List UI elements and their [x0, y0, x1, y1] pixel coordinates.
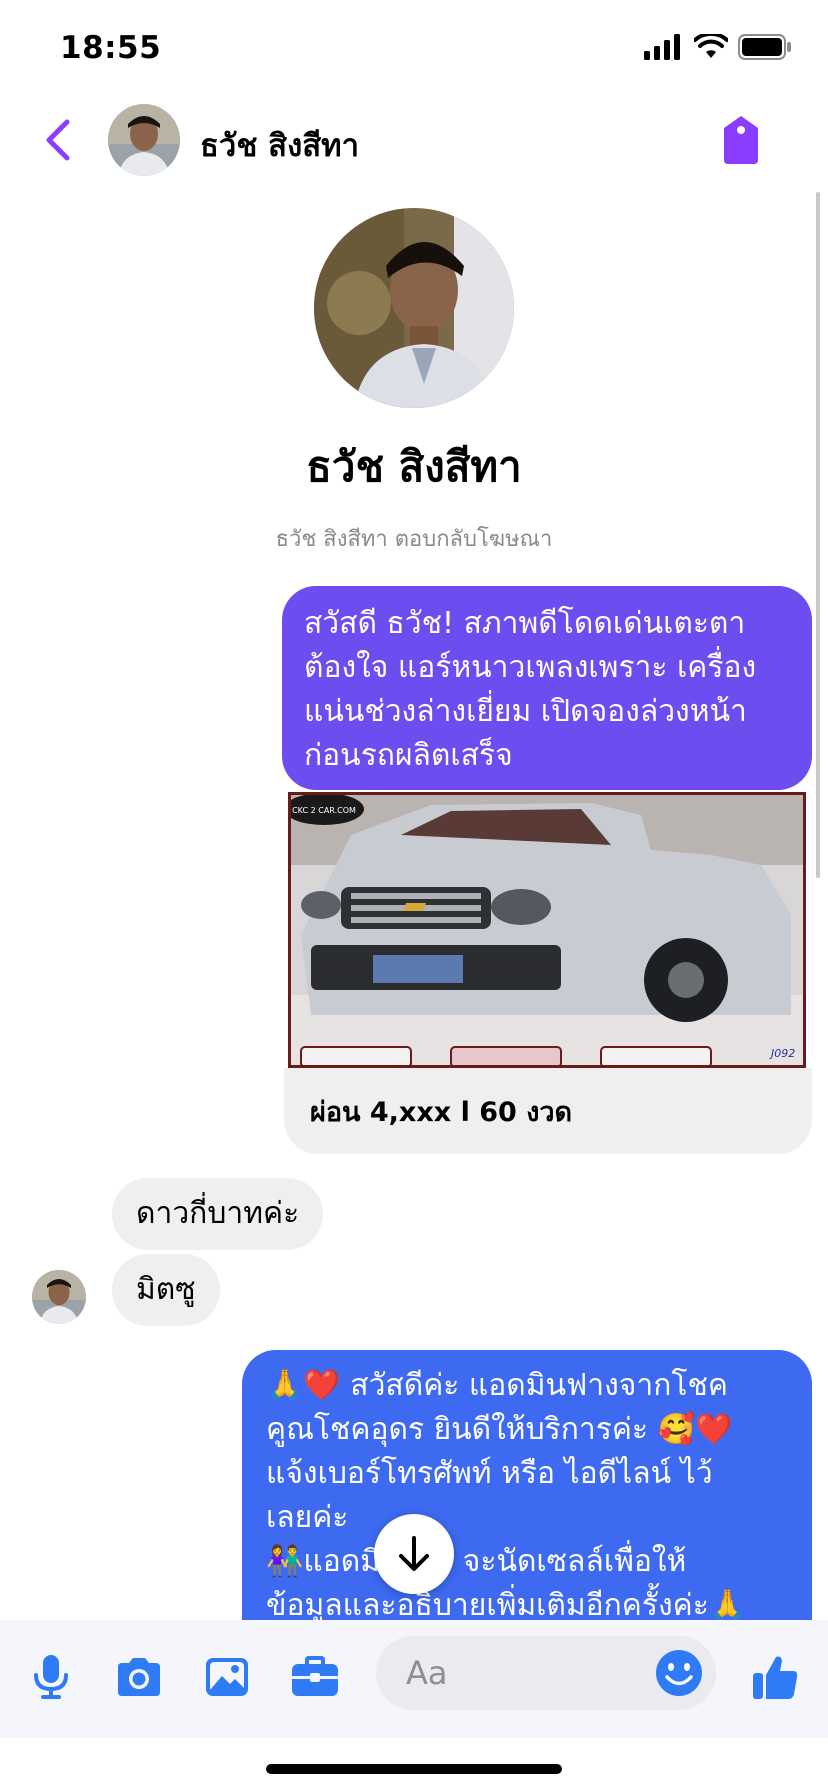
message-line: สวัสดี ธวัช! สภาพดีโดดเด่นเตะตา — [304, 606, 746, 641]
message-line: คูณโชคอุดร ยินดีให้บริการค่ะ 🥰❤️ — [266, 1412, 733, 1447]
microphone-button[interactable] — [24, 1650, 78, 1704]
pray-emoji: 🙏 — [708, 1588, 747, 1623]
message-line: ต้องใจ แอร์หนาวเพลงเพราะ เครื่อง — [304, 650, 757, 685]
thumbs-up-icon — [753, 1656, 798, 1699]
camera-button[interactable] — [112, 1650, 166, 1704]
pray-heart-emoji: 🙏❤️ — [266, 1368, 341, 1403]
image-code: J092 — [769, 1047, 795, 1060]
person-photo — [108, 104, 180, 176]
message-line: เลยค่ะ — [266, 1500, 349, 1535]
tag-button[interactable] — [720, 114, 762, 166]
composer-bar — [0, 1620, 828, 1738]
couple-emoji: 👫 — [266, 1544, 304, 1579]
message-line: แจ้งเบอร์โทรศัพท์ หรือ ไอดีไลน์ ไว้ — [266, 1456, 713, 1491]
watermark-text: CKC 2 CAR.COM — [292, 806, 356, 815]
image-icon — [206, 1658, 248, 1696]
contact-name[interactable]: ธวัช สิงสีทา — [200, 120, 359, 170]
smiley-icon — [656, 1650, 702, 1696]
message-line: แน่นช่วงล่างเยี่ยม เปิดจองล่วงหน้า — [304, 694, 747, 729]
microphone-icon — [34, 1655, 68, 1699]
status-time: 18:55 — [60, 30, 162, 66]
gallery-button[interactable] — [200, 1650, 254, 1704]
briefcase-icon — [292, 1656, 338, 1696]
tag-icon — [724, 116, 758, 164]
message-line: 🙏❤️ สวัสดีค่ะ แอดมินฟางจากโชค — [266, 1368, 728, 1403]
arrow-down-icon — [399, 1536, 429, 1571]
card-caption[interactable]: ผ่อน 4,xxx l 60 งวด — [284, 1068, 812, 1154]
message-line: 👫แอดมินฟาง จะนัดเซลล์เพื่อให้ — [266, 1544, 687, 1579]
camera-icon — [118, 1658, 160, 1696]
signal-icon — [644, 34, 680, 60]
car-ad-image[interactable]: CKC 2 CAR.COM J092 — [288, 792, 806, 1068]
scroll-to-bottom-button[interactable] — [374, 1514, 454, 1594]
smiling-heart-emoji: 🥰❤️ — [657, 1412, 733, 1447]
back-button[interactable] — [38, 114, 78, 166]
wifi-icon — [694, 34, 728, 58]
outgoing-message[interactable]: สวัสดี ธวัช! สภาพดีโดดเด่นเตะตา ต้องใจ แ… — [282, 586, 812, 790]
pickup-truck-image: CKC 2 CAR.COM J092 — [291, 795, 803, 1065]
business-tools-button[interactable] — [288, 1650, 342, 1704]
contact-avatar[interactable] — [108, 104, 180, 176]
profile-subtitle: ธวัช สิงสีทา ตอบกลับโฆษณา — [275, 527, 553, 552]
incoming-message[interactable]: มิตซู — [112, 1254, 220, 1326]
emoji-button[interactable] — [654, 1648, 704, 1698]
message-line: ก่อนรถผลิตเสร็จ — [304, 738, 513, 773]
chevron-left-icon — [46, 119, 70, 161]
sender-avatar[interactable] — [32, 1270, 86, 1324]
chat-header: ธวัช สิงสีทา — [0, 92, 828, 188]
profile-avatar[interactable] — [314, 208, 514, 408]
person-photo — [32, 1270, 86, 1324]
profile-name: ธวัช สิงสีทา — [306, 442, 522, 491]
status-icons — [644, 34, 792, 60]
status-bar: 18:55 — [0, 0, 828, 92]
person-photo — [314, 208, 514, 408]
like-button[interactable] — [748, 1650, 802, 1704]
battery-icon — [738, 34, 791, 60]
incoming-message[interactable]: ดาวกี่บาทค่ะ — [112, 1178, 324, 1250]
home-indicator — [266, 1764, 562, 1774]
outgoing-message[interactable]: 🙏❤️ สวัสดีค่ะ แอดมินฟางจากโชค คูณโชคอุดร… — [242, 1350, 812, 1630]
